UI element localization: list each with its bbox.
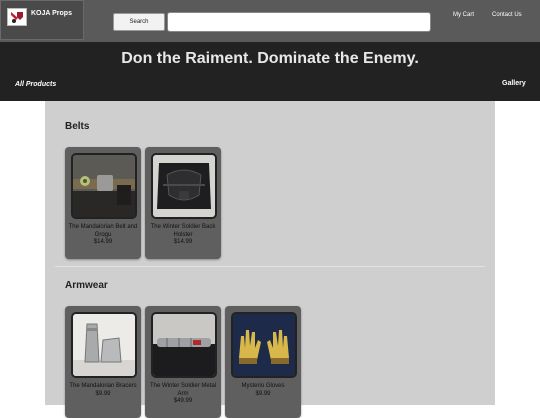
product-image-winter-soldier-holster bbox=[151, 153, 217, 219]
product-image-winter-soldier-arm bbox=[151, 312, 217, 378]
hero-title: Don the Raiment. Dominate the Enemy. bbox=[121, 50, 419, 67]
product-name: Mysterio Gloves bbox=[241, 383, 285, 389]
product-name: The Winter Soldier Back Holster bbox=[150, 224, 216, 238]
product-price: $9.99 bbox=[95, 390, 111, 397]
brand-name: KOJA Props bbox=[31, 10, 72, 17]
product-image-mysterio-gloves bbox=[231, 312, 297, 378]
product-card[interactable]: The Winter Soldier Back Holster $14.99 bbox=[145, 147, 221, 259]
product-image-mandalorian-belt bbox=[71, 153, 137, 219]
product-card[interactable]: The Mandalorian Belt and Grogu $14.99 bbox=[65, 147, 141, 259]
my-cart-link[interactable]: My Cart bbox=[453, 12, 474, 18]
product-price: $14.99 bbox=[173, 239, 193, 245]
product-card[interactable]: The Winter Soldier Metal Arm $49.99 bbox=[145, 306, 221, 418]
section-title-belts: Belts bbox=[65, 121, 90, 132]
product-info: The Winter Soldier Metal Arm $49.99 bbox=[147, 383, 219, 406]
product-price: $14.99 bbox=[93, 239, 113, 245]
section-divider bbox=[55, 266, 485, 267]
product-price: $49.99 bbox=[173, 398, 193, 404]
product-name: The Mandalorian Belt and Grogu bbox=[68, 224, 138, 238]
product-image-mandalorian-bracers bbox=[71, 312, 137, 378]
brand-link[interactable]: KOJA Props bbox=[0, 0, 84, 40]
section-title-armwear: Armwear bbox=[65, 280, 108, 291]
product-price: $9.99 bbox=[255, 390, 271, 397]
product-name: The Mandalorian Bracers bbox=[69, 383, 137, 389]
product-catalog: Belts The Mandalorian Belt and Grogu $14… bbox=[45, 101, 495, 418]
search-button[interactable]: Search bbox=[113, 13, 165, 31]
top-navigation-bar: KOJA Props Search My Cart Contact Us bbox=[0, 0, 540, 43]
product-info: The Mandalorian Belt and Grogu $14.99 bbox=[67, 224, 139, 247]
brand-logo-icon bbox=[7, 8, 27, 26]
gallery-link[interactable]: Gallery bbox=[502, 80, 526, 87]
product-card[interactable]: The Mandalorian Bracers $9.99 bbox=[65, 306, 141, 418]
contact-us-link[interactable]: Contact Us bbox=[492, 12, 522, 18]
product-card[interactable]: Mysterio Gloves $9.99 bbox=[225, 306, 301, 418]
product-name: The Winter Soldier Metal Arm bbox=[149, 383, 217, 397]
product-info: The Winter Soldier Back Holster $14.99 bbox=[147, 224, 219, 247]
hero-banner: Don the Raiment. Dominate the Enemy. All… bbox=[0, 42, 540, 101]
product-info: Mysterio Gloves $9.99 bbox=[227, 383, 299, 398]
search-input[interactable] bbox=[167, 12, 431, 32]
all-products-link[interactable]: All Products bbox=[15, 81, 56, 88]
product-info: The Mandalorian Bracers $9.99 bbox=[67, 383, 139, 398]
